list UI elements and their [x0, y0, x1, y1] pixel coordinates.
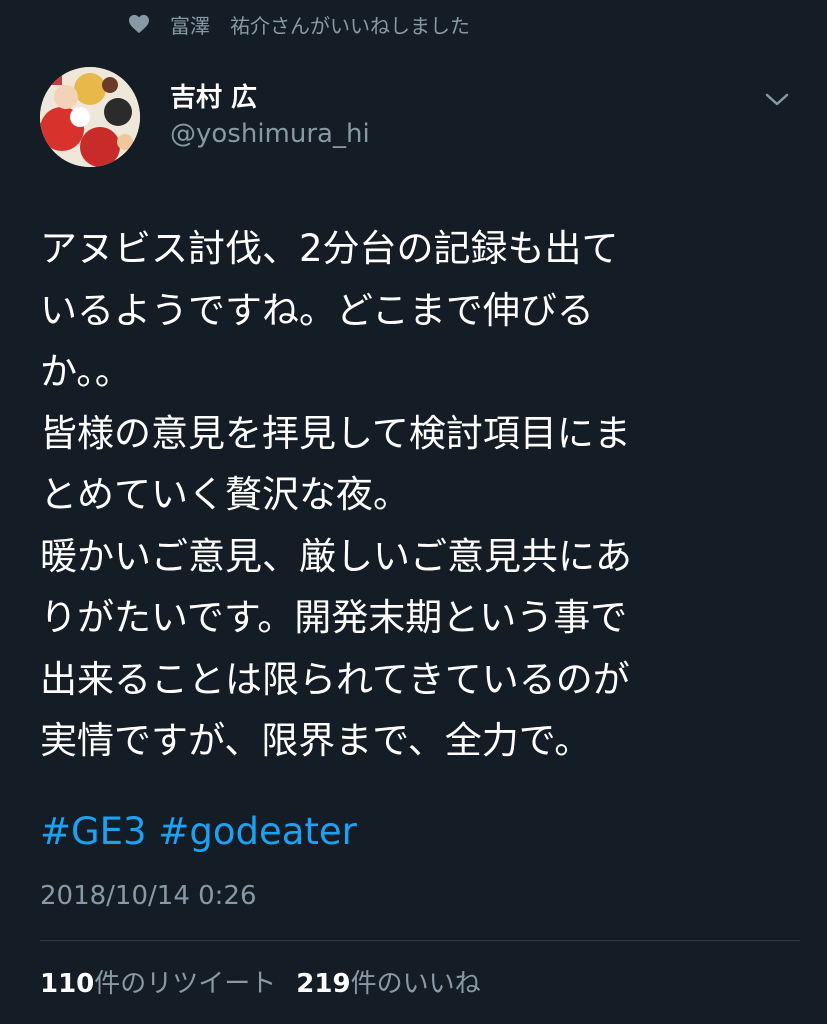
- likes-label: 件のいいね: [350, 969, 481, 999]
- heart-icon: [128, 12, 152, 36]
- likes-stat[interactable]: 219 件のいいね: [296, 962, 480, 1006]
- tweet-text: アヌビス討伐、2分台の記録も出て いるようですね。どこまで伸びる か。。 皆様の…: [40, 218, 800, 772]
- likes-count: 219: [296, 969, 351, 999]
- tweet-timestamp[interactable]: 2018/10/14 0:26: [40, 876, 257, 916]
- author-handle[interactable]: @yoshimura_hi: [170, 118, 370, 150]
- chevron-down-icon: [764, 92, 790, 112]
- tweet-text-line: 皆様の意見を拝見して検討項目にま: [40, 411, 631, 455]
- tweet-text-line: りがたいです。開発末期という事で: [40, 596, 628, 639]
- avatar[interactable]: [40, 67, 140, 167]
- tweet-text-line: 出来ることは限られてきているのが: [40, 657, 630, 701]
- tweet-stats: 110 件のリツイート 219 件のいいね: [40, 962, 501, 1006]
- tweet-text-line: か。。: [40, 350, 132, 393]
- hashtag-link-ge3[interactable]: #GE3: [40, 810, 147, 853]
- hashtag-link-godeater[interactable]: #godeater: [158, 810, 357, 853]
- tweet-text-line: いるようですね。どこまで伸びる: [40, 288, 594, 332]
- divider: [40, 940, 800, 941]
- tweet-text-line: アヌビス討伐、2分台の記録も出て: [40, 227, 619, 270]
- tweet-text-line: 暖かいご意見、厳しいご意見共にあ: [40, 534, 632, 578]
- social-context-text: 富澤 祐介さんがいいねしました: [170, 13, 470, 38]
- tweet-text-line: とめていく贅沢な夜。: [40, 473, 410, 516]
- tweet-text-line: 実情ですが、限界まで、全力で。: [40, 719, 592, 762]
- tweet-menu-button[interactable]: [760, 88, 794, 116]
- social-context[interactable]: 富澤 祐介さんがいいねしました: [128, 6, 470, 42]
- retweets-label: 件のリツイート: [94, 969, 277, 999]
- author-name[interactable]: 吉村 広: [170, 82, 257, 114]
- hashtags: #GE3 #godeater: [40, 806, 357, 858]
- retweets-count: 110: [40, 969, 95, 999]
- retweets-stat[interactable]: 110 件のリツイート: [40, 962, 276, 1006]
